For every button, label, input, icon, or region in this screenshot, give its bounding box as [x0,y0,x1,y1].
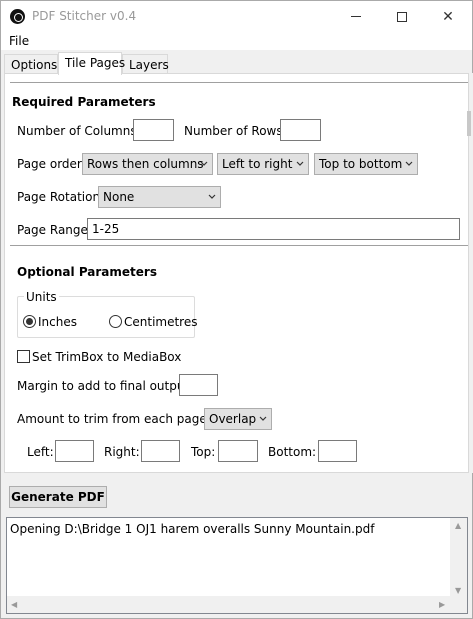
chevron-down-icon [405,161,413,166]
trim-top-input[interactable] [218,440,258,462]
trim-top-label: Top: [191,445,216,459]
scroll-left-icon[interactable]: ◀ [11,600,17,609]
menu-bar: File [1,32,472,50]
chevron-down-icon [296,161,304,166]
num-rows-input[interactable] [280,119,321,141]
page-range-label: Page Range: [17,223,92,237]
close-icon: ✕ [442,8,454,25]
trim-right-input[interactable] [141,440,180,462]
num-columns-input[interactable] [133,119,174,141]
log-horizontal-scrollbar[interactable]: ◀ ▶ [7,596,452,613]
units-inches-radio[interactable] [23,315,36,328]
section-divider [10,82,468,83]
margin-input[interactable] [179,374,218,396]
panel-scroll-indicator [467,111,471,136]
tab-tile-pages[interactable]: Tile Pages [58,52,125,75]
trim-left-label: Left: [27,445,54,459]
maximize-icon [397,11,407,22]
units-cm-label: Centimetres [124,315,198,329]
log-text: Opening D:\Bridge 1 OJ1 harem overalls S… [10,522,375,536]
vertical-order-select[interactable]: Top to bottom [314,153,418,175]
units-inches-label: Inches [38,315,77,329]
tab-layers[interactable]: Layers [122,54,169,74]
scroll-corner [450,596,467,613]
trim-select[interactable]: Overlap [204,408,272,430]
trim-left-input[interactable] [55,440,94,462]
page-rotation-value: None [103,190,135,204]
log-vertical-scrollbar[interactable]: ▲ ▼ [450,518,467,598]
margin-label: Margin to add to final output: [17,379,194,393]
section-divider [10,245,468,246]
trim-label: Amount to trim from each page: [17,412,211,426]
trim-value: Overlap [209,412,257,426]
minimize-button[interactable] [333,1,379,32]
num-rows-label: Number of Rows: [184,124,287,138]
optional-heading: Optional Parameters [17,265,157,279]
title-bar[interactable]: PDF Stitcher v0.4 ✕ [1,1,472,32]
window-title: PDF Stitcher v0.4 [32,9,137,23]
trim-bottom-label: Bottom: [268,445,317,459]
scroll-down-icon[interactable]: ▼ [455,586,461,595]
generate-pdf-button[interactable]: Generate PDF [9,486,107,508]
direction-value: Left to right [222,157,293,171]
page-order-value: Rows then columns [87,157,204,171]
trimbox-checkbox[interactable] [17,350,30,363]
required-heading: Required Parameters [12,95,156,109]
close-button[interactable]: ✕ [425,1,471,32]
scroll-up-icon[interactable]: ▲ [455,521,461,530]
scroll-right-icon[interactable]: ▶ [439,600,445,609]
tab-options[interactable]: Options [4,54,58,74]
vertical-order-value: Top to bottom [319,157,403,171]
app-logo-icon [10,9,25,24]
trim-right-label: Right: [104,445,140,459]
chevron-down-icon [200,161,208,166]
minimize-icon [351,16,361,17]
num-columns-label: Number of Columns: [17,124,141,138]
page-order-label: Page order: [17,157,86,171]
page-range-input[interactable] [87,218,460,240]
trim-bottom-input[interactable] [318,440,357,462]
chevron-down-icon [259,416,267,421]
page-rotation-select[interactable]: None [98,186,221,208]
units-cm-radio[interactable] [109,315,122,328]
maximize-button[interactable] [379,1,425,32]
direction-select[interactable]: Left to right [217,153,309,175]
tile-pages-panel: Required Parameters Number of Columns: N… [4,73,469,473]
trimbox-label: Set TrimBox to MediaBox [32,350,182,364]
page-rotation-label: Page Rotation: [17,190,105,204]
tab-strip: Options Tile Pages Layers [1,52,472,75]
log-output[interactable]: Opening D:\Bridge 1 OJ1 harem overalls S… [6,517,468,614]
menu-file[interactable]: File [9,34,29,48]
units-title: Units [24,290,59,304]
chevron-down-icon [208,194,216,199]
app-window: PDF Stitcher v0.4 ✕ File Options Tile Pa… [0,0,473,619]
page-order-select[interactable]: Rows then columns [82,153,213,175]
